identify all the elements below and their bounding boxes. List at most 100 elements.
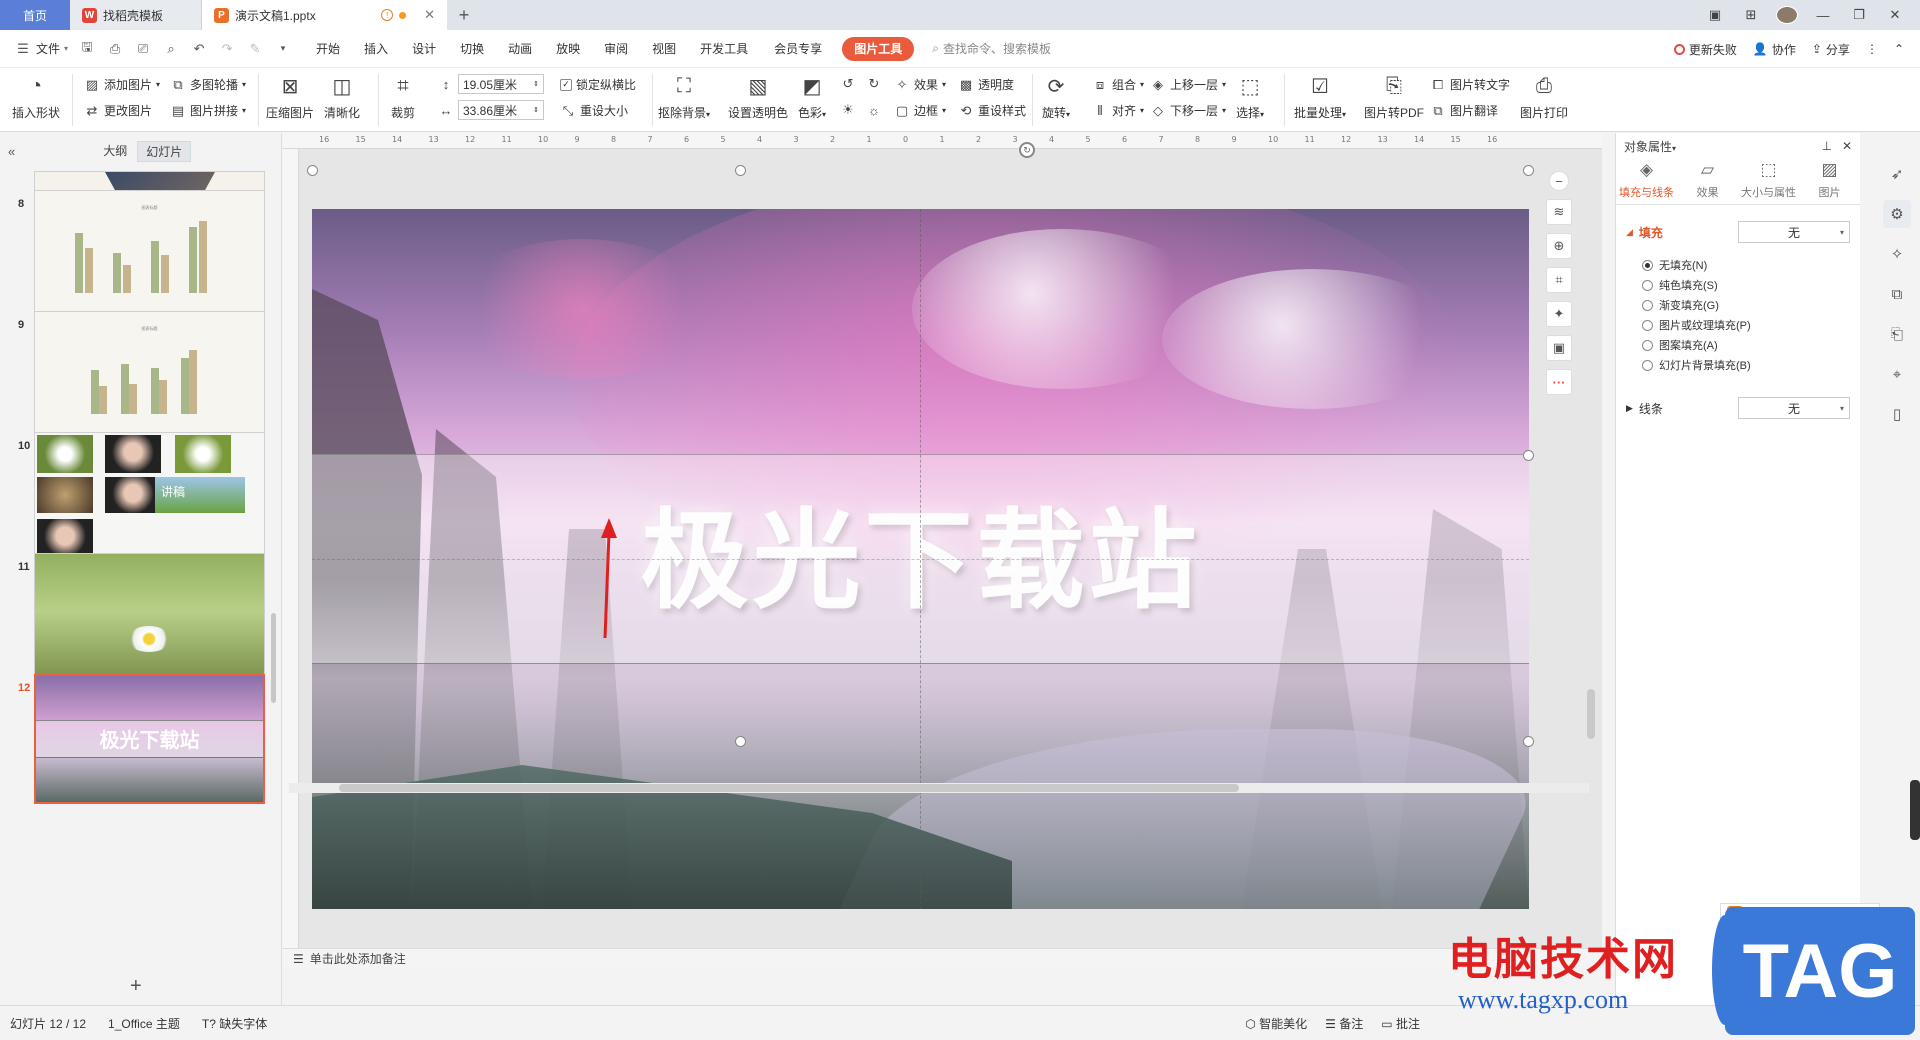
- radio-button[interactable]: [1642, 319, 1653, 331]
- slide-thumbnail-12[interactable]: 极光下载站: [34, 674, 265, 804]
- sharpen-button[interactable]: ◫ 清晰化: [324, 74, 360, 121]
- insert-shape-button[interactable]: ◔ 插入形状: [12, 74, 60, 121]
- tab-vip[interactable]: 会员专享: [760, 37, 836, 61]
- print-icon[interactable]: ⎚: [134, 40, 152, 58]
- set-transparent-button[interactable]: ▧ 设置透明色: [728, 74, 788, 121]
- crop-icon[interactable]: ⌗: [1546, 267, 1572, 293]
- fill-option[interactable]: 图片或纹理填充(P): [1616, 315, 1860, 335]
- line-section[interactable]: ▶ 线条 无 ▾: [1616, 395, 1860, 421]
- warning-icon[interactable]: !: [381, 9, 394, 21]
- more-quick-icon[interactable]: ▾: [274, 40, 292, 58]
- tab-start[interactable]: 开始: [304, 37, 352, 61]
- tab-developer[interactable]: 开发工具: [688, 37, 760, 61]
- image-edit-icon[interactable]: ▣: [1546, 335, 1572, 361]
- stepper-icon[interactable]: ⇕: [533, 80, 539, 88]
- add-image-button[interactable]: ▨ 添加图片 ▾: [84, 76, 160, 93]
- image-to-text-button[interactable]: ⧠ 图片转文字: [1430, 76, 1510, 93]
- grid-icon[interactable]: ⊞: [1740, 7, 1762, 23]
- zoom-out-icon[interactable]: −: [1549, 171, 1569, 191]
- redo-icon[interactable]: ↷: [218, 40, 236, 58]
- update-failed-button[interactable]: 更新失败: [1673, 41, 1737, 58]
- add-slide-button[interactable]: +: [130, 975, 142, 998]
- command-search[interactable]: ⌕ 查找命令、搜索模板: [932, 40, 1051, 57]
- slide-thumbnail-8[interactable]: 图表标题: [34, 190, 265, 320]
- idea-icon[interactable]: ✦: [1546, 301, 1572, 327]
- radio-button[interactable]: [1642, 339, 1653, 351]
- height-field[interactable]: ↕ 19.05厘米 ⇕: [438, 74, 544, 94]
- share-button[interactable]: ⇪ 分享: [1812, 41, 1850, 58]
- new-tab-button[interactable]: +: [447, 0, 481, 30]
- tab-animation[interactable]: 动画: [496, 37, 544, 61]
- fill-option[interactable]: 纯色填充(S): [1616, 275, 1860, 295]
- width-field[interactable]: ↔ 33.86厘米 ⇕: [438, 100, 544, 120]
- tab-document[interactable]: P 演示文稿1.pptx ! ✕: [202, 0, 447, 30]
- close-window-icon[interactable]: ✕: [1884, 7, 1906, 23]
- lock-ratio-checkbox[interactable]: ✓ 锁定纵横比: [560, 76, 636, 93]
- avatar[interactable]: [1776, 6, 1798, 24]
- restore-icon[interactable]: ❐: [1848, 7, 1870, 23]
- smart-beautify-button[interactable]: ⬡ 智能美化: [1245, 1015, 1307, 1032]
- bring-forward-button[interactable]: ◈ 上移一层 ▾: [1150, 76, 1226, 93]
- tab-picture[interactable]: ▨ 图片: [1799, 159, 1860, 204]
- line-dropdown[interactable]: 无 ▾: [1738, 397, 1850, 419]
- missing-fonts-button[interactable]: T? 缺失字体: [202, 1015, 267, 1032]
- preview-icon[interactable]: ⌕: [162, 40, 180, 58]
- image-to-pdf-button[interactable]: ⎘ 图片转PDF: [1364, 74, 1424, 121]
- batch-process-button[interactable]: ☑ 批量处理▾: [1294, 74, 1346, 121]
- copy-icon[interactable]: ⧉: [1883, 280, 1911, 308]
- pin-icon[interactable]: ⊥: [1821, 139, 1831, 153]
- radio-button[interactable]: [1642, 299, 1653, 311]
- stepper-icon[interactable]: ⇕: [533, 106, 539, 114]
- annotate-button[interactable]: ▭ 批注: [1381, 1015, 1420, 1032]
- collapse-panel-icon[interactable]: «: [8, 144, 15, 159]
- chevron-down-icon[interactable]: ▾: [1672, 144, 1676, 153]
- panel-scrollbar[interactable]: [271, 613, 276, 703]
- side-handle[interactable]: [1910, 780, 1920, 840]
- save-icon[interactable]: 🖫: [78, 39, 96, 58]
- radio-button[interactable]: [1642, 359, 1653, 371]
- slide-thumbnail-11[interactable]: [34, 553, 265, 683]
- file-menu[interactable]: ☰ 文件 ▾: [14, 40, 68, 58]
- group-button[interactable]: ⧈ 组合 ▾: [1092, 76, 1144, 93]
- slide-thumbnail-9[interactable]: 图表标题: [34, 311, 265, 441]
- tab-slideshow[interactable]: 放映: [544, 37, 592, 61]
- reset-style-button[interactable]: ⟲ 重设样式: [958, 102, 1026, 119]
- close-tab-icon[interactable]: ✕: [424, 7, 435, 23]
- color-button[interactable]: ◩ 色彩▾: [798, 74, 826, 121]
- tab-design[interactable]: 设计: [400, 37, 448, 61]
- notes-toggle-button[interactable]: ☰ 备注: [1325, 1015, 1363, 1032]
- tab-insert[interactable]: 插入: [352, 37, 400, 61]
- fill-option[interactable]: 渐变填充(G): [1616, 295, 1860, 315]
- tab-picture-tools[interactable]: 图片工具: [842, 36, 915, 61]
- tab-view[interactable]: 视图: [640, 37, 688, 61]
- more-icon[interactable]: ⋮: [1866, 42, 1878, 56]
- crop-button[interactable]: ⌗ 裁剪: [390, 74, 416, 121]
- slide-thumbnail-10[interactable]: 讲稿: [34, 432, 265, 562]
- remove-background-button[interactable]: ⛶ 抠除背景▾: [658, 74, 710, 121]
- backup-icon[interactable]: ⎗: [1883, 320, 1911, 348]
- select-button[interactable]: ⬚ 选择▾: [1236, 74, 1264, 121]
- change-image-button[interactable]: ⇄ 更改图片: [84, 102, 152, 119]
- format-painter-icon[interactable]: ✎: [246, 40, 264, 58]
- tab-fill-line[interactable]: ◈ 填充与线条: [1616, 159, 1677, 204]
- compress-image-button[interactable]: ⊠ 压缩图片: [266, 74, 314, 121]
- rotate-left-button[interactable]: ↺: [840, 76, 856, 92]
- fill-section[interactable]: ◢ 填充 无 ▾: [1616, 219, 1860, 245]
- vertical-scrollbar[interactable]: [1586, 149, 1596, 749]
- tab-slides[interactable]: 幻灯片: [137, 140, 192, 162]
- fill-option[interactable]: 幻灯片背景填充(B): [1616, 355, 1860, 375]
- theme-name[interactable]: 1_Office 主题: [108, 1015, 180, 1032]
- layout-icon[interactable]: ▣: [1704, 7, 1726, 23]
- more-icon[interactable]: ···: [1546, 369, 1572, 395]
- layers-icon[interactable]: ≋: [1546, 199, 1572, 225]
- collapse-ribbon-icon[interactable]: ⌃: [1894, 42, 1904, 56]
- transparency-button[interactable]: ▩ 透明度: [958, 76, 1014, 93]
- rotate-button[interactable]: ⟳ 旋转▾: [1042, 74, 1070, 121]
- image-print-button[interactable]: ⎙ 图片打印: [1520, 74, 1568, 121]
- zoom-in-icon[interactable]: ⊕: [1546, 233, 1572, 259]
- horizontal-scrollbar[interactable]: [289, 783, 1589, 793]
- notes-bar[interactable]: ☰ 单击此处添加备注: [283, 948, 1602, 968]
- location-icon[interactable]: ⌖: [1883, 360, 1911, 388]
- brightness-up-button[interactable]: ☀: [840, 102, 856, 118]
- minimize-icon[interactable]: —: [1812, 8, 1834, 23]
